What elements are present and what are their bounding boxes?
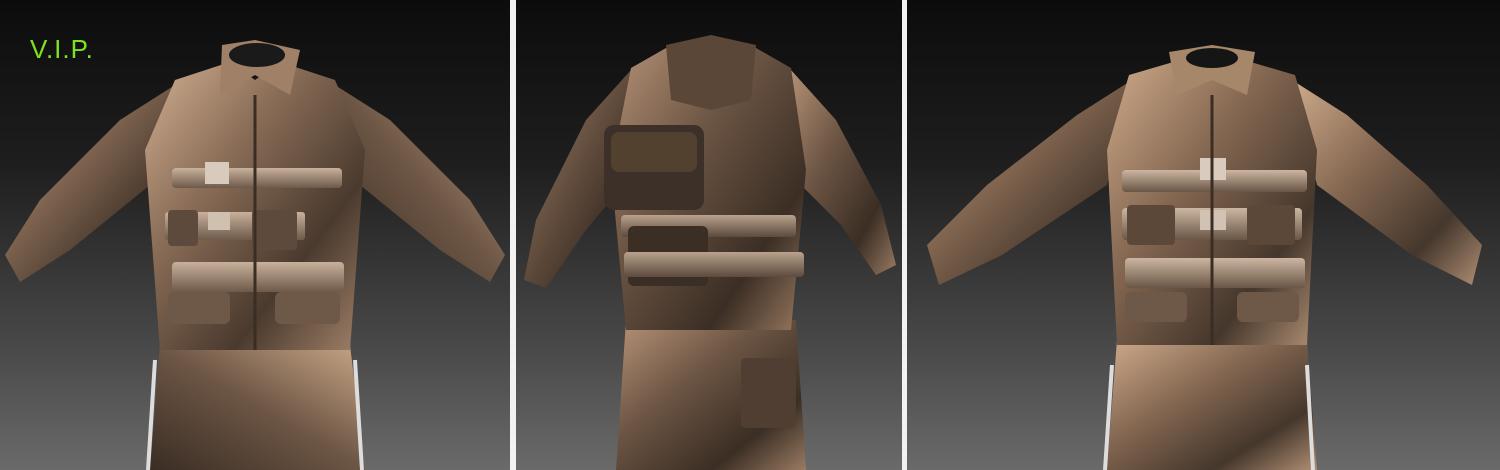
back-view-panel <box>516 0 902 470</box>
jacket-front-render-2 <box>927 45 1482 470</box>
jacket-front-render <box>5 40 505 470</box>
jacket-back-render <box>524 35 896 470</box>
render-sheet: V.I.P. <box>0 0 1500 470</box>
front-view-2-panel <box>907 0 1500 470</box>
front-view-panel: V.I.P. <box>0 0 510 470</box>
vip-label: V.I.P. <box>30 34 94 64</box>
